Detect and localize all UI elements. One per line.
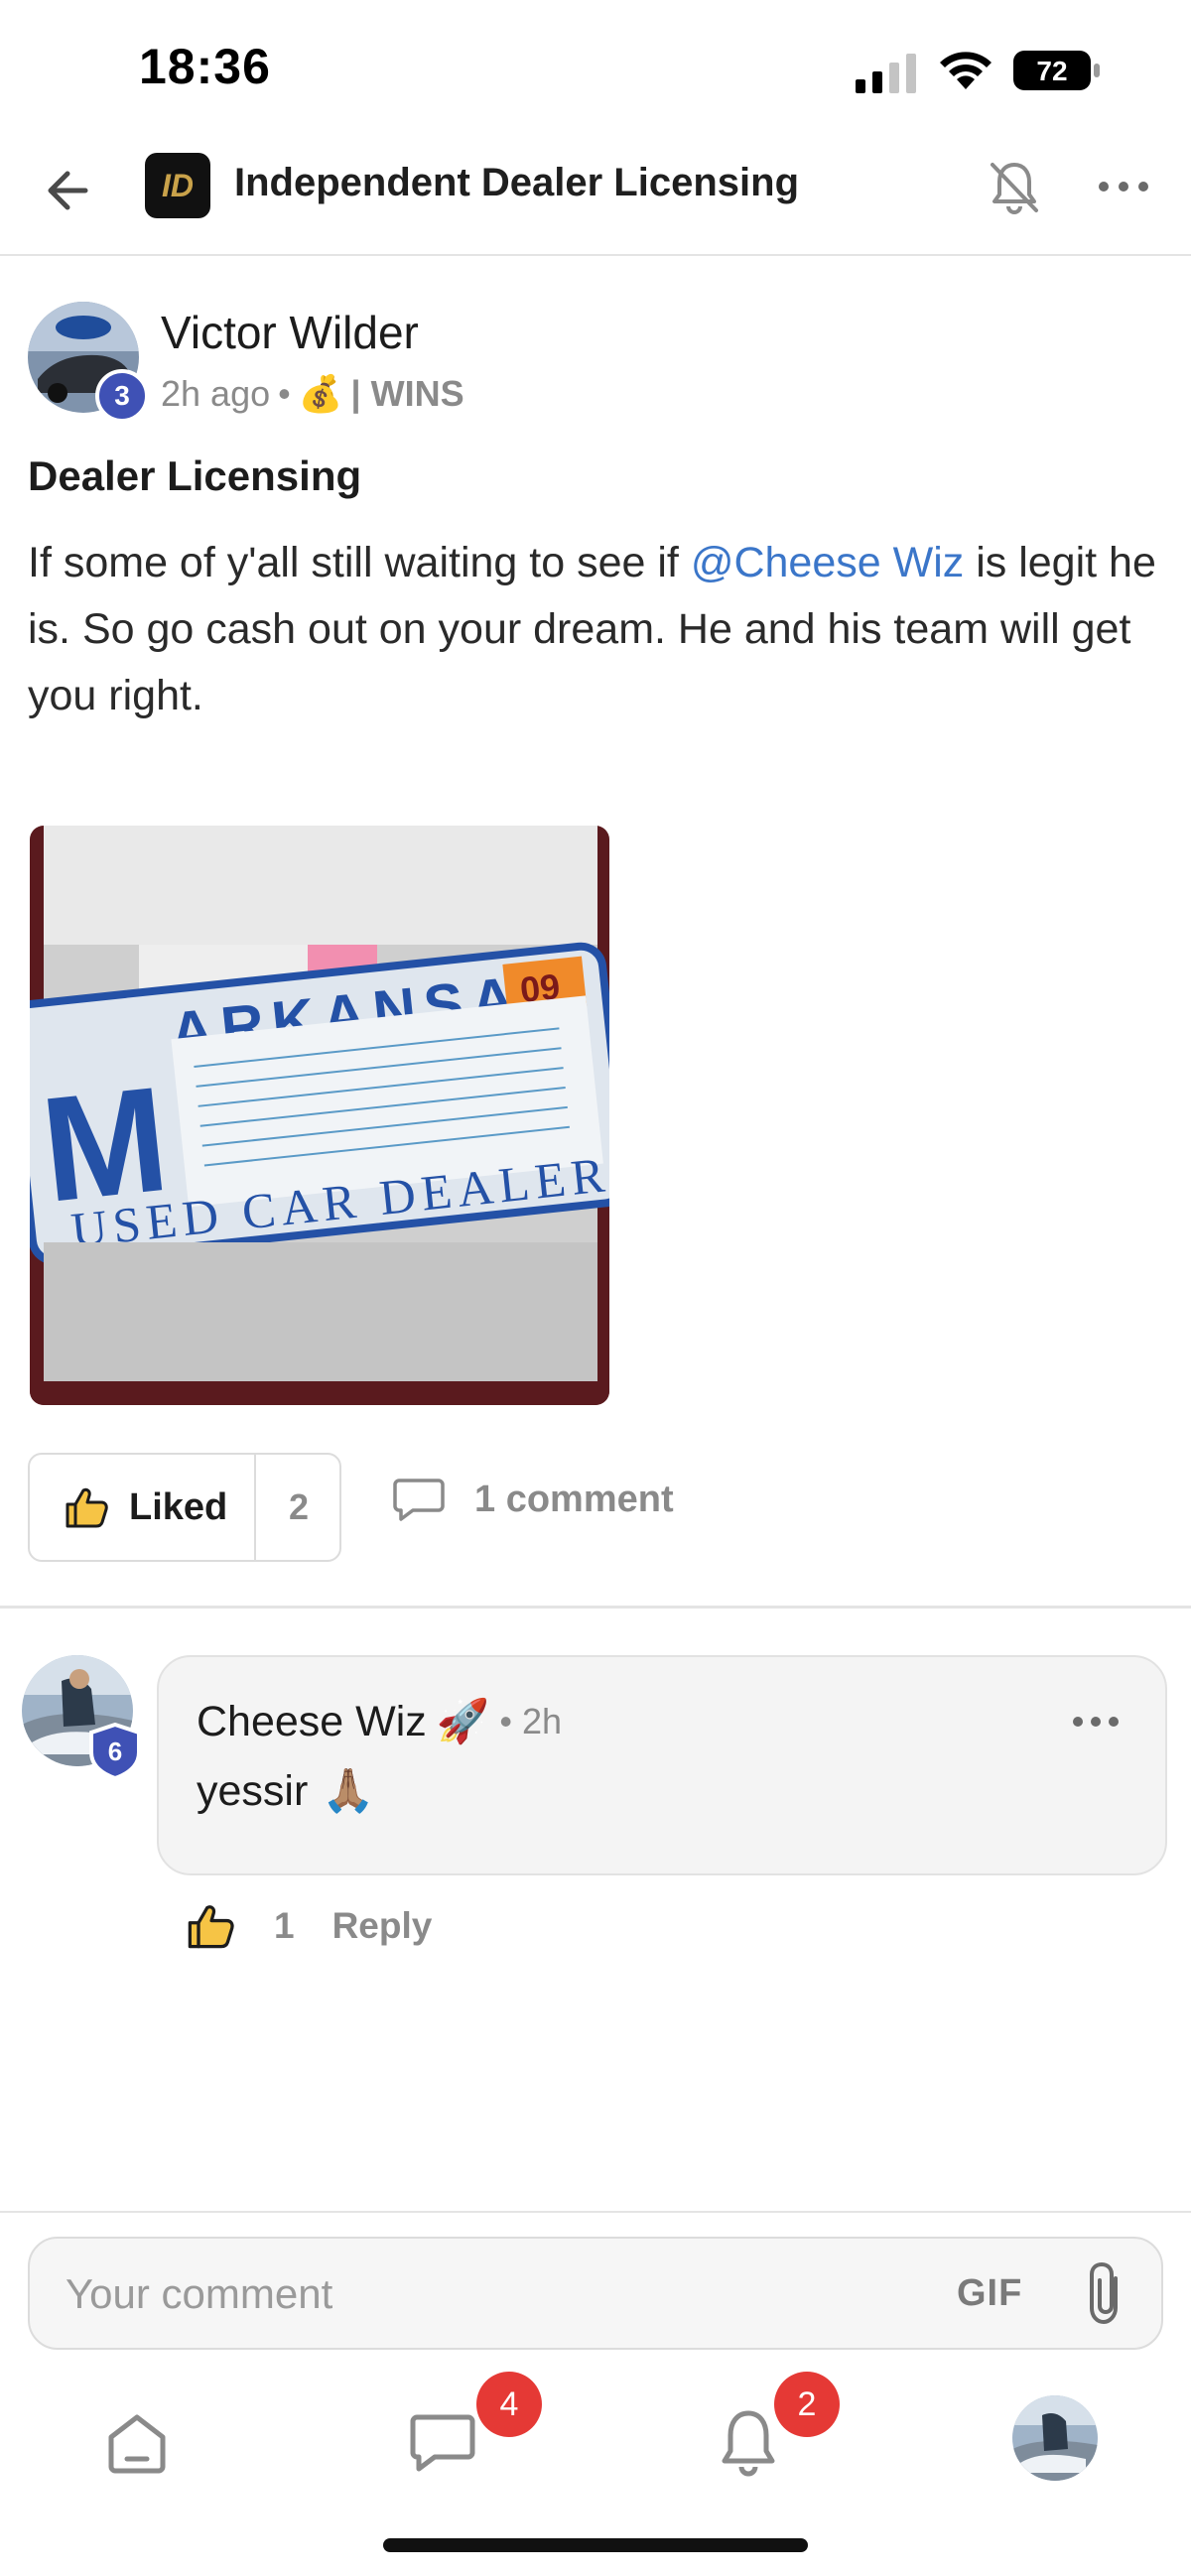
author-level-badge: 3: [95, 369, 149, 423]
post-body: If some of y'all still waiting to see if…: [28, 530, 1169, 729]
status-time: 18:36: [139, 39, 271, 94]
praying-hands-emoji: 🙏🏽: [322, 1767, 375, 1815]
battery-icon: 72: [1012, 50, 1102, 91]
comment-author-line: Cheese Wiz 🚀 • 2h: [197, 1697, 562, 1746]
post-time: 2h ago: [161, 373, 271, 414]
cellular-signal-icon: [856, 54, 916, 93]
like-button[interactable]: Liked: [30, 1455, 256, 1560]
battery-level: 72: [1036, 56, 1067, 86]
comment-author-name[interactable]: Cheese Wiz: [197, 1698, 427, 1746]
notifications-unread-badge: 2: [774, 2372, 840, 2437]
status-bar: 18:36 72: [0, 0, 1191, 139]
gif-button[interactable]: GIF: [957, 2272, 1022, 2315]
post-meta: 2h ago • 💰 | WINS: [161, 373, 464, 415]
comment-composer: GIF: [28, 2237, 1163, 2350]
comment-actions: 1 Reply: [185, 1901, 432, 1951]
meta-separator: •: [278, 373, 291, 414]
comment-input[interactable]: [66, 2266, 919, 2322]
comment-count-button[interactable]: 1 comment: [393, 1477, 674, 1522]
comment-like-icon[interactable]: [185, 1901, 236, 1951]
composer-divider: [0, 2211, 1191, 2213]
comment-like-count[interactable]: 1: [274, 1905, 295, 1947]
home-indicator: [383, 2538, 808, 2552]
back-arrow-icon[interactable]: [40, 161, 99, 220]
post-image[interactable]: ARKANSAS 09 M USED CAR DEALER: [30, 826, 609, 1405]
comment-author-level-badge: 6: [89, 1723, 141, 1780]
comment-icon: [393, 1479, 445, 1521]
group-title[interactable]: Independent Dealer Licensing: [234, 161, 799, 205]
chat-unread-badge: 4: [476, 2372, 542, 2437]
post-author-name[interactable]: Victor Wilder: [161, 306, 419, 359]
app-header: ID Independent Dealer Licensing: [0, 139, 1191, 256]
post-body-text-start: If some of y'all still waiting to see if: [28, 539, 691, 586]
comment-more-icon[interactable]: [1066, 1707, 1125, 1737]
thumbs-up-icon: [66, 1487, 108, 1528]
section-divider: [0, 1606, 1191, 1609]
group-logo-text: ID: [162, 168, 194, 203]
like-control: Liked 2: [28, 1453, 341, 1562]
home-icon[interactable]: [97, 2403, 177, 2483]
notifications-off-icon[interactable]: [985, 157, 1044, 218]
user-mention[interactable]: @Cheese Wiz: [691, 539, 964, 586]
like-label: Liked: [129, 1485, 228, 1528]
comment-bubble: Cheese Wiz 🚀 • 2h yessir 🙏🏽: [157, 1655, 1167, 1875]
comment-count-label: 1 comment: [474, 1478, 674, 1520]
reply-button[interactable]: Reply: [332, 1905, 433, 1947]
group-logo[interactable]: ID: [145, 153, 210, 218]
post-category[interactable]: | WINS: [351, 373, 464, 415]
comment-time: • 2h: [499, 1701, 562, 1741]
profile-avatar[interactable]: [1012, 2395, 1098, 2481]
paperclip-icon[interactable]: [1082, 2258, 1129, 2328]
money-bag-emoji: 💰: [298, 373, 343, 414]
more-options-icon[interactable]: [1096, 167, 1151, 206]
rocket-emoji: 🚀: [436, 1698, 490, 1745]
comment-text: yessir 🙏🏽: [197, 1766, 375, 1816]
chat-icon[interactable]: [403, 2403, 482, 2483]
post-title: Dealer Licensing: [28, 452, 362, 499]
comment-level-number: 6: [108, 1737, 122, 1766]
comment-text-body: yessir: [197, 1766, 309, 1815]
like-count[interactable]: 2: [256, 1455, 341, 1560]
wifi-icon: [940, 52, 992, 89]
